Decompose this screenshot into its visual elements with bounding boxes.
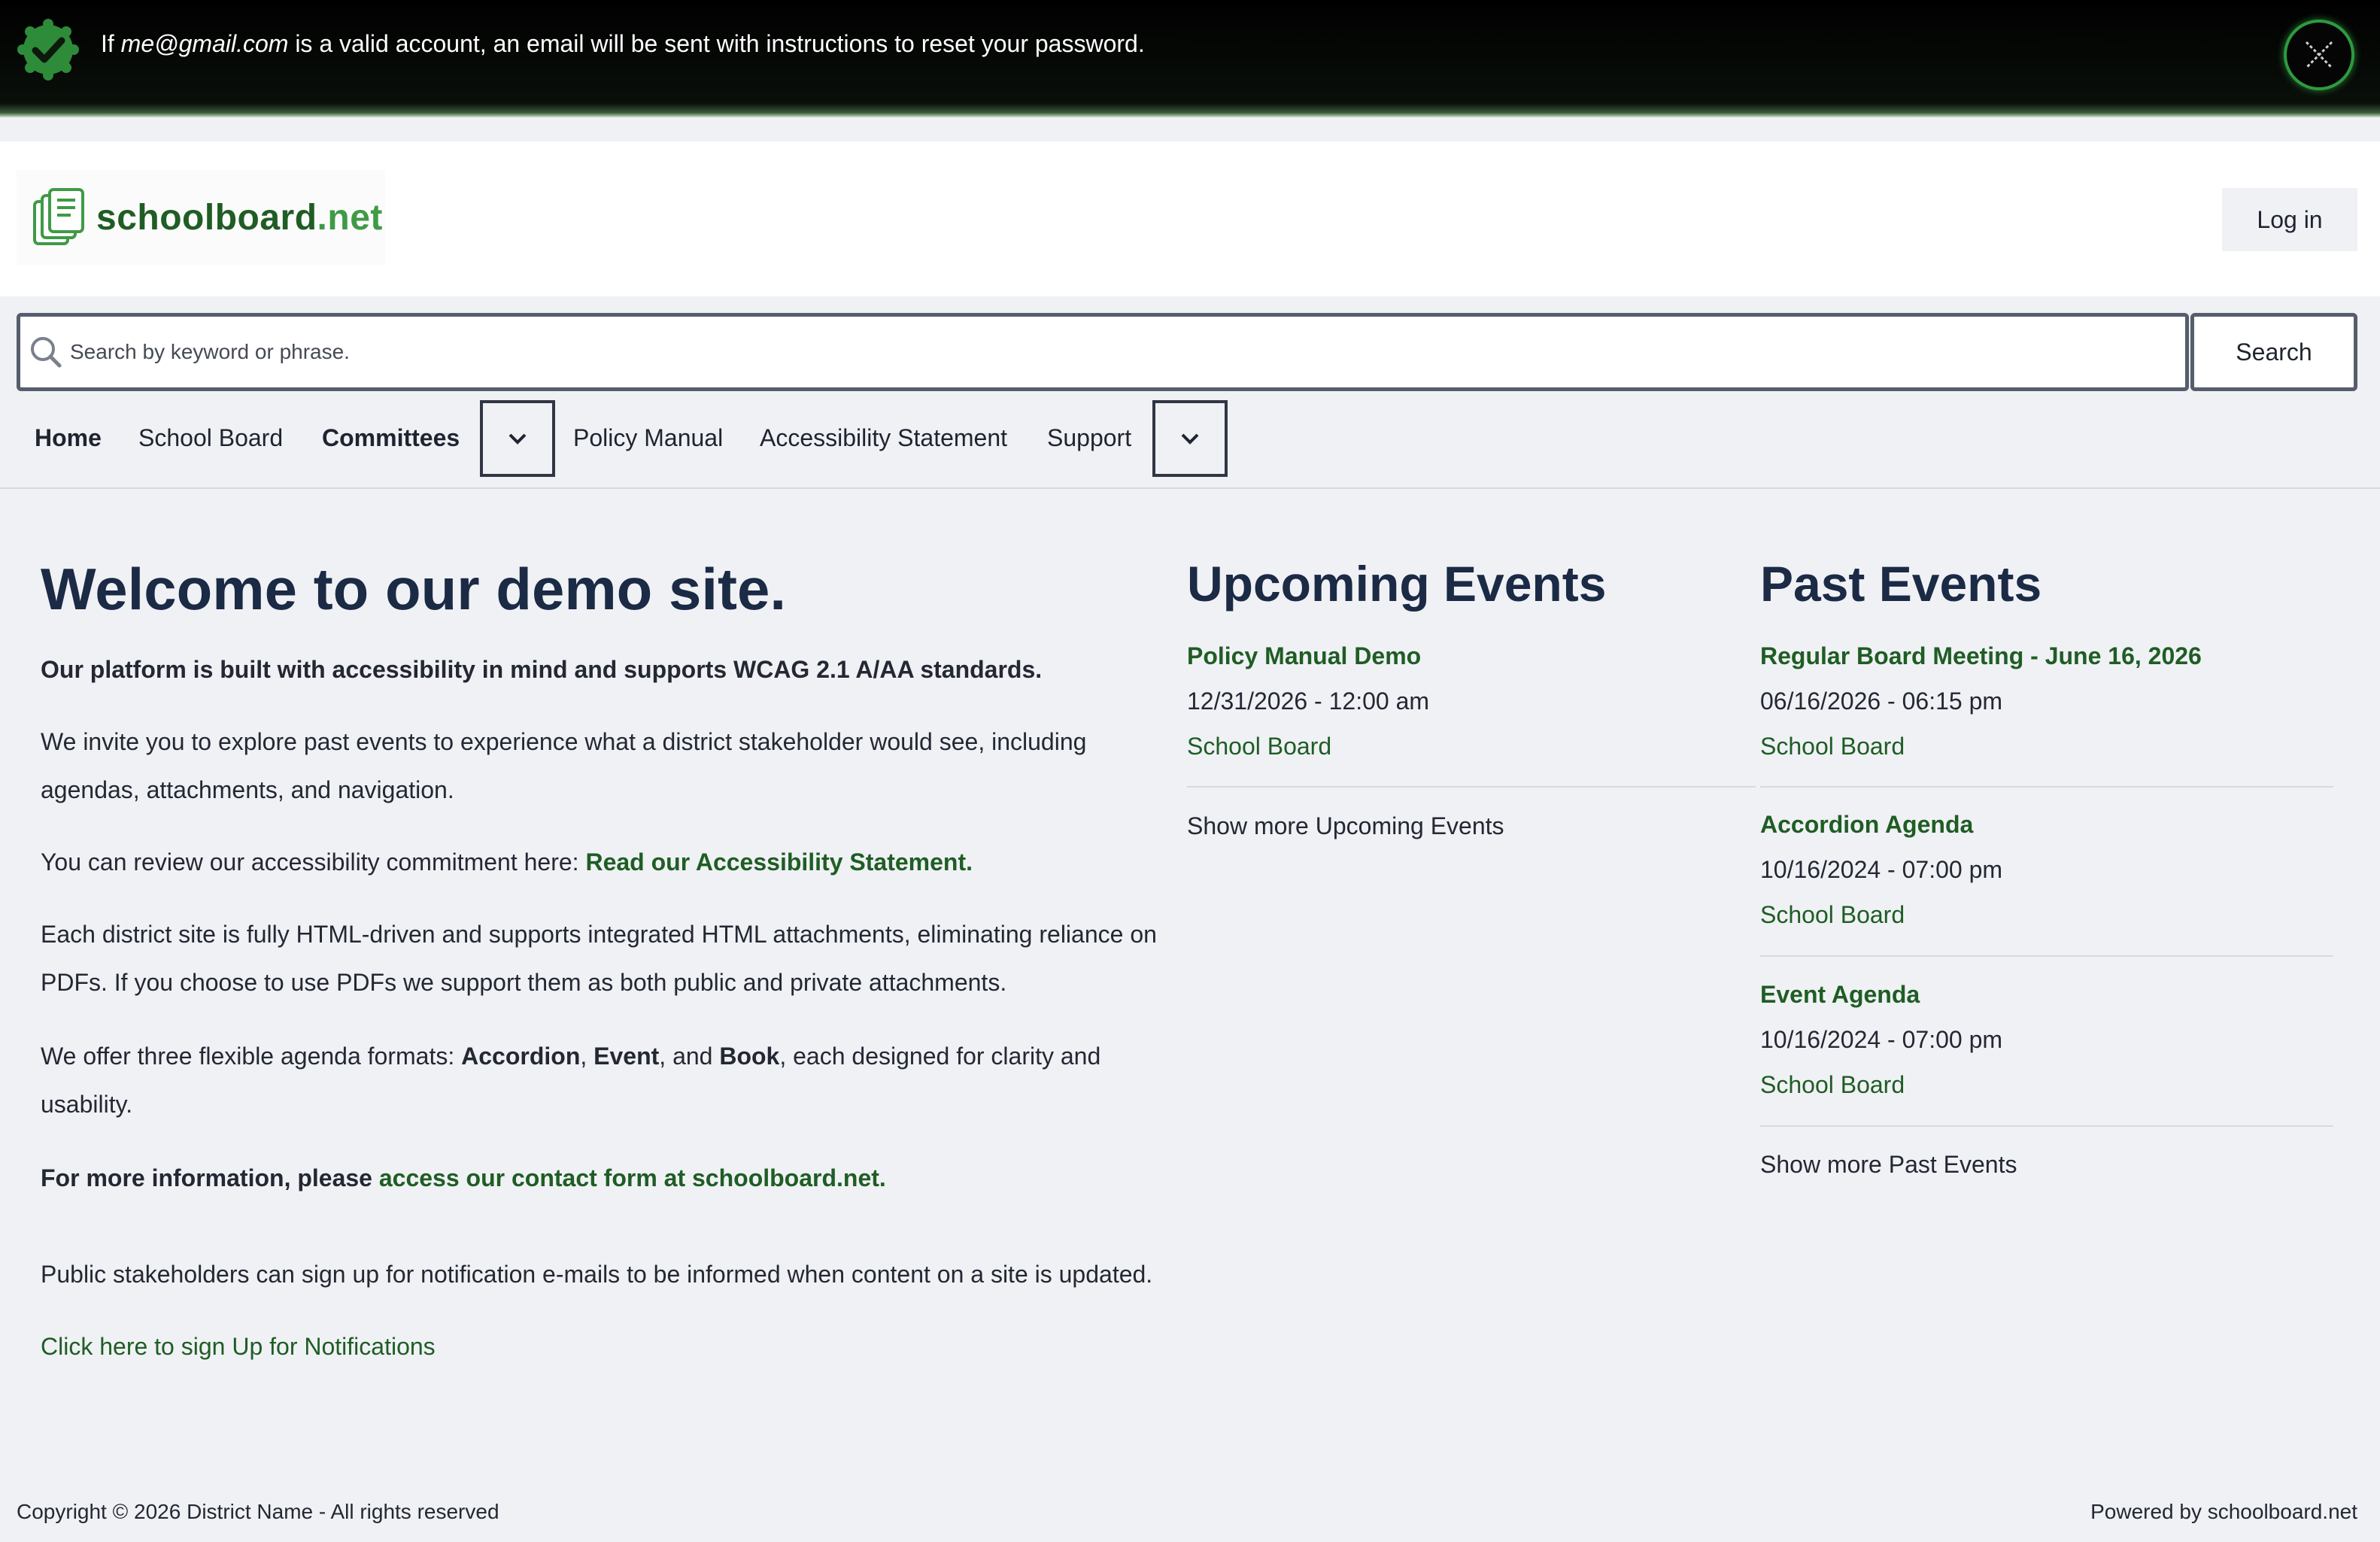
accessibility-statement-link[interactable]: Read our Accessibility Statement. [585,848,973,876]
chevron-down-icon [508,433,527,445]
more-info-prefix: For more information, please [41,1164,372,1191]
past-event-date: 10/16/2024 - 07:00 pm [1760,856,2003,883]
close-alert-button[interactable] [2284,20,2354,90]
search-bar [17,313,2189,391]
past-event-title[interactable]: Accordion Agenda [1760,811,1973,839]
past-event-title[interactable]: Event Agenda [1760,981,1920,1009]
accessibility-prefix: You can review our accessibility commitm… [41,848,579,876]
intro-statement: Our platform is built with accessibility… [41,656,1043,683]
formats-sep-1: , [580,1043,587,1070]
show-more-upcoming-link[interactable]: Show more Upcoming Events [1187,812,1504,840]
divider [1187,786,1756,788]
site-logo[interactable]: schoolboard.net [17,170,385,265]
show-more-past-link[interactable]: Show more Past Events [1760,1151,2017,1179]
past-events-title: Past Events [1760,556,2042,612]
upcoming-event-title[interactable]: Policy Manual Demo [1187,642,1421,670]
divider [1760,786,2333,788]
signup-notifications-link[interactable]: Click here to sign Up for Notifications [41,1322,1184,1370]
past-event-category[interactable]: School Board [1760,733,1905,760]
more-info-paragraph: For more information, please access our … [41,1154,1184,1202]
nav-committees[interactable]: Committees [322,399,460,477]
notification-paragraph: Public stakeholders can sign up for noti… [41,1261,1153,1288]
past-event-category[interactable]: School Board [1760,1071,1905,1099]
html-paragraph: Each district site is fully HTML-driven … [41,921,1157,996]
formats-prefix: We offer three flexible agenda formats: [41,1043,455,1070]
divider [1760,955,2333,957]
accessibility-paragraph: You can review our accessibility commitm… [41,838,1184,886]
page-title: Welcome to our demo site. [41,556,787,622]
login-button[interactable]: Log in [2222,188,2357,251]
search-icon [31,337,62,368]
format-book: Book [719,1043,780,1070]
upcoming-events-title: Upcoming Events [1187,556,1607,612]
upcoming-event-category[interactable]: School Board [1187,733,1331,760]
alert-prefix: If [101,30,114,57]
close-icon [2305,41,2333,69]
committees-dropdown-button[interactable] [480,400,555,477]
upcoming-event-date: 12/31/2026 - 12:00 am [1187,688,1430,715]
logo-main: schoolboard [96,197,317,238]
main-nav: Home School Board Committees Policy Manu… [0,399,2380,489]
nav-school-board[interactable]: School Board [138,399,283,477]
alert-email: me@gmail.com [120,30,289,57]
search-button[interactable]: Search [2190,313,2357,391]
alert-body: is a valid account, an email will be sen… [295,30,1145,57]
formats-sep-2: , and [659,1043,713,1070]
documents-logo-icon [33,188,84,245]
support-dropdown-button[interactable] [1152,400,1228,477]
nav-support[interactable]: Support [1047,399,1131,477]
alert-message: If me@gmail.com is a valid account, an e… [101,29,1145,59]
format-event: Event [593,1043,660,1070]
search-input[interactable] [70,340,2101,364]
alert-banner: If me@gmail.com is a valid account, an e… [0,0,2380,117]
past-event-category[interactable]: School Board [1760,901,1905,929]
footer-powered-by[interactable]: Powered by schoolboard.net [2090,1500,2357,1524]
nav-policy-manual[interactable]: Policy Manual [573,399,723,477]
logo-suffix: .net [317,197,383,238]
site-header: schoolboard.net Log in [0,141,2380,296]
nav-accessibility-statement[interactable]: Accessibility Statement [760,399,1007,477]
chevron-down-icon [1181,433,1199,445]
formats-paragraph: We offer three flexible agenda formats: … [41,1032,1184,1128]
logo-text: schoolboard.net [96,197,383,238]
footer-copyright: Copyright © 2026 District Name - All rig… [17,1500,499,1523]
nav-home[interactable]: Home [35,399,102,477]
divider [1760,1125,2333,1127]
past-event-date: 10/16/2024 - 07:00 pm [1760,1026,2003,1053]
explore-paragraph: We invite you to explore past events to … [41,728,1087,803]
past-event-title[interactable]: Regular Board Meeting - June 16, 2026 [1760,642,2202,670]
contact-form-link[interactable]: access our contact form at schoolboard.n… [379,1164,886,1191]
format-accordion: Accordion [461,1043,581,1070]
check-badge-icon [17,19,79,80]
past-event-date: 06/16/2026 - 06:15 pm [1760,688,2003,715]
